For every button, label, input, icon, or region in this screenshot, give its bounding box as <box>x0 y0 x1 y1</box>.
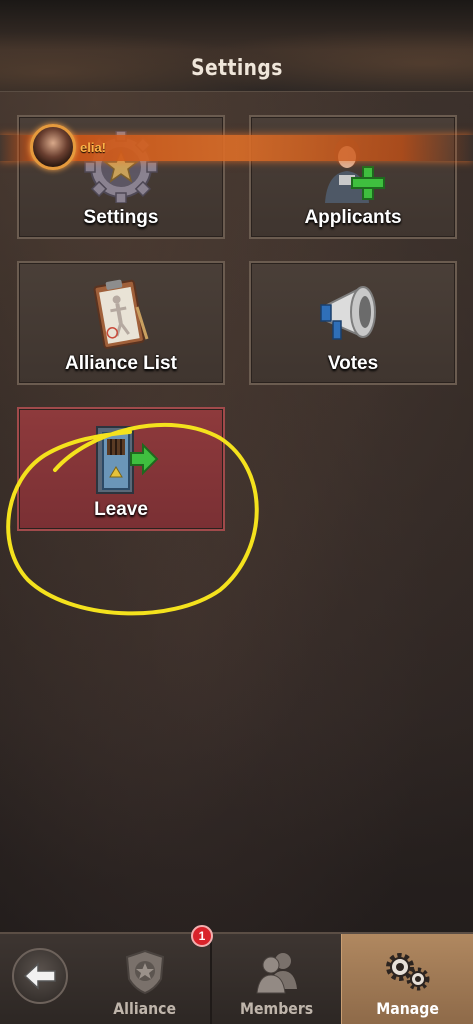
tab-manage[interactable]: Manage <box>341 934 473 1024</box>
notification-text: elia! <box>80 140 107 155</box>
back-button[interactable] <box>12 948 68 1004</box>
clipboard-icon <box>93 279 149 349</box>
notification-badge: 1 <box>191 925 213 947</box>
alliance-list-tile[interactable]: Alliance List <box>17 261 225 385</box>
tab-label: Alliance <box>113 999 177 1018</box>
tab-members[interactable]: Members <box>212 934 342 1024</box>
tile-label: Votes <box>327 353 379 374</box>
header: Settings <box>0 0 473 92</box>
tab-alliance[interactable]: Alliance <box>80 934 210 1024</box>
tile-label: Leave <box>94 499 148 520</box>
exit-door-icon <box>96 426 159 494</box>
tab-label: Manage <box>376 999 439 1018</box>
leave-tile[interactable]: Leave <box>17 407 225 531</box>
votes-tile[interactable]: Votes <box>249 261 457 385</box>
people-icon <box>256 953 297 994</box>
gears-icon <box>385 953 429 991</box>
tile-label: Alliance List <box>65 353 177 374</box>
back-arrow-icon <box>23 962 56 990</box>
applicants-tile[interactable]: Applicants <box>249 115 457 239</box>
tile-label: Applicants <box>304 207 402 228</box>
shield-star-icon <box>125 949 165 995</box>
notification-avatar <box>30 124 76 170</box>
tile-label: Settings <box>83 207 159 228</box>
tab-label: Members <box>240 999 314 1018</box>
page-title: Settings <box>190 56 283 81</box>
bottom-nav: Alliance Members Manage <box>0 932 473 1024</box>
megaphone-icon <box>320 286 376 340</box>
